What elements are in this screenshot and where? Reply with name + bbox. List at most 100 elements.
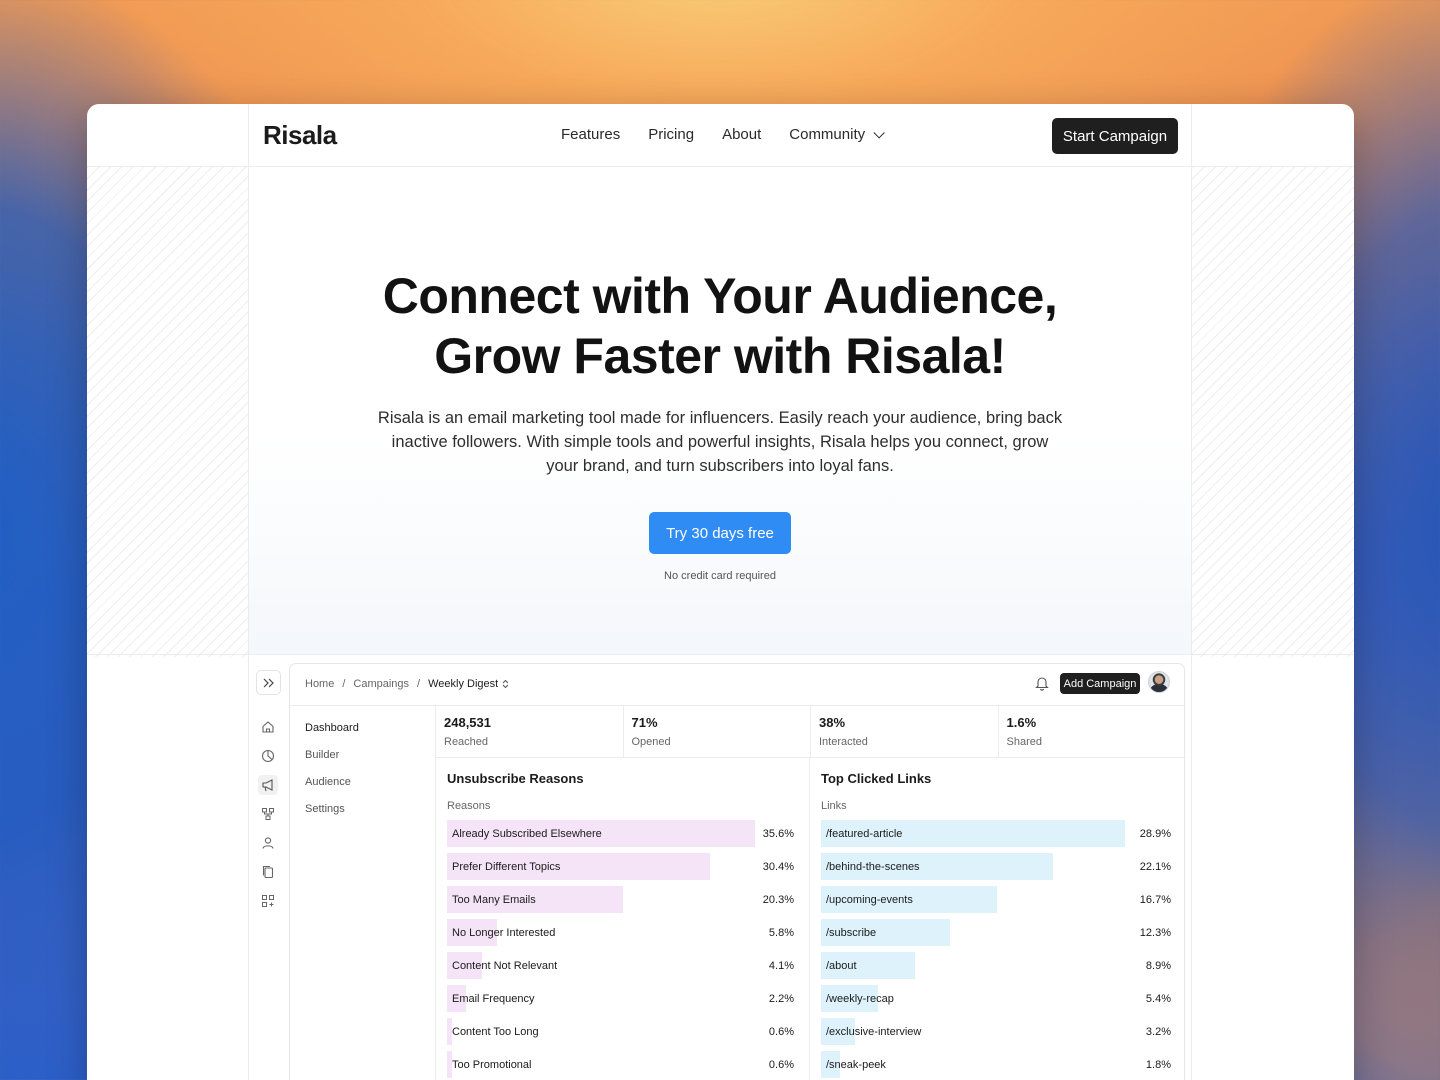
workflow-icon[interactable] [258,804,278,824]
bar-percent: 1.8% [1145,1059,1171,1071]
top-navbar: Risala Features Pricing About Community … [87,104,1354,167]
bell-icon[interactable] [1035,675,1049,696]
sidebar-item-audience[interactable]: Audience [305,776,351,788]
bar-row: /behind-the-scenes 22.1% [821,853,1171,880]
bar-percent: 35.6% [762,828,794,840]
bar-row: Prefer Different Topics 30.4% [447,853,794,880]
bar-label: /sneak-peek [826,1059,886,1071]
breadcrumb-current-label: Weekly Digest [428,678,499,690]
bar-percent: 4.1% [768,960,794,972]
bar-label: /upcoming-events [826,894,913,906]
bar-row: /sneak-peek 1.8% [821,1051,1171,1078]
bar-label: /weekly-recap [826,993,894,1005]
home-icon[interactable] [258,717,278,737]
browser-window: Risala Features Pricing About Community … [87,104,1354,1080]
bar-percent: 0.6% [768,1059,794,1071]
bar-row: Too Many Emails 20.3% [447,886,794,913]
dashboard-preview: Home / Campaings / Weekly Digest Add Cam… [249,655,1191,1080]
bar-label: /exclusive-interview [826,1026,922,1038]
bar-label: /about [826,960,857,972]
bar-percent: 28.9% [1139,828,1171,840]
top-clicked-links-card: Top Clicked Links Links /featured-articl… [810,758,1186,1080]
bar-row: /upcoming-events 16.7% [821,886,1171,913]
stat-label: Opened [631,736,671,748]
card-subtitle: Reasons [447,800,491,812]
card-title: Top Clicked Links [821,771,932,786]
sidebar-item-builder[interactable]: Builder [305,749,339,761]
bar-row: No Longer Interested 5.8% [447,919,794,946]
nav-link-features[interactable]: Features [561,126,620,143]
expand-sidebar-icon[interactable] [256,670,281,695]
stat-interacted: 38% Interacted [811,706,999,757]
stat-value: 248,531 [444,715,491,730]
hero-title-line-2: Grow Faster with Risala! [434,328,1006,384]
copy-icon[interactable] [258,862,278,882]
chevron-down-icon [873,126,885,139]
stats-row: 248,531 Reached 71% Opened 38% Interacte… [436,706,1186,758]
card-subtitle: Links [821,800,847,812]
unsubscribe-reasons-card: Unsubscribe Reasons Reasons Already Subs… [436,758,810,1080]
stat-reached: 248,531 Reached [436,706,624,757]
bar-percent: 5.8% [768,927,794,939]
add-campaign-button[interactable]: Add Campaign [1060,673,1140,694]
breadcrumb-campaigns[interactable]: Campaings [353,678,409,690]
pie-chart-icon[interactable] [258,746,278,766]
start-campaign-button[interactable]: Start Campaign [1052,118,1178,154]
avatar[interactable] [1148,671,1170,693]
nav-link-community[interactable]: Community [789,126,885,143]
stat-opened: 71% Opened [624,706,811,757]
nav-link-community-label: Community [789,126,866,143]
right-hatch-pattern [1191,167,1354,657]
stat-value: 71% [631,715,658,730]
bar-percent: 3.2% [1145,1026,1171,1038]
bar-percent: 20.3% [762,894,794,906]
bar-row: Email Frequency 2.2% [447,985,794,1012]
try-free-button[interactable]: Try 30 days free [649,512,791,554]
bar-row: /about 8.9% [821,952,1171,979]
breadcrumb-current[interactable]: Weekly Digest [428,678,509,690]
dashboard-topbar: Home / Campaings / Weekly Digest Add Cam… [290,664,1184,706]
apps-add-icon[interactable] [258,891,278,911]
stat-shared: 1.6% Shared [999,706,1187,757]
megaphone-icon[interactable] [258,775,278,795]
nav-menu: Features Pricing About Community [561,126,885,143]
bar-label: No Longer Interested [452,927,556,939]
dashboard-panel: Home / Campaings / Weekly Digest Add Cam… [289,663,1186,1080]
stat-value: 38% [819,715,846,730]
bar-row: Content Too Long 0.6% [447,1018,794,1045]
sidebar-item-settings[interactable]: Settings [305,803,345,815]
user-icon[interactable] [258,833,278,853]
bar-row: /exclusive-interview 3.2% [821,1018,1171,1045]
bar-label: /featured-article [826,828,903,840]
breadcrumb-home[interactable]: Home [305,678,334,690]
dashboard-sidebar: Dashboard Builder Audience Settings [290,706,436,1080]
brand-logo[interactable]: Risala [263,120,337,151]
breadcrumb-separator: / [417,678,421,690]
hero-title: Connect with Your Audience, Grow Faster … [249,266,1191,386]
icon-rail [249,655,289,1080]
bar-percent: 12.3% [1139,927,1171,939]
bar-label: Prefer Different Topics [452,861,561,873]
bar-percent: 2.2% [768,993,794,1005]
bar-percent: 8.9% [1145,960,1171,972]
hero-subtitle: Risala is an email marketing tool made f… [377,409,1063,475]
bar-label: Already Subscribed Elsewhere [452,828,602,840]
left-hatch-pattern [87,167,249,657]
bar-percent: 5.4% [1145,993,1171,1005]
breadcrumb: Home / Campaings / Weekly Digest [305,678,509,690]
bar-label: /behind-the-scenes [826,861,920,873]
bar-label: Content Too Long [452,1026,539,1038]
nav-link-about[interactable]: About [722,126,761,143]
bar-percent: 16.7% [1139,894,1171,906]
bar-label: Too Promotional [452,1059,532,1071]
bar-row: /featured-article 28.9% [821,820,1171,847]
no-credit-card-note: No credit card required [664,570,776,582]
stat-label: Reached [444,736,489,748]
bar-row: Content Not Relevant 4.1% [447,952,794,979]
nav-link-pricing[interactable]: Pricing [648,126,694,143]
sidebar-item-dashboard[interactable]: Dashboard [305,722,359,734]
bar-row: /subscribe 12.3% [821,919,1171,946]
bar-percent: 0.6% [768,1026,794,1038]
stat-value: 1.6% [1006,715,1037,730]
bar-label: Content Not Relevant [452,960,558,972]
